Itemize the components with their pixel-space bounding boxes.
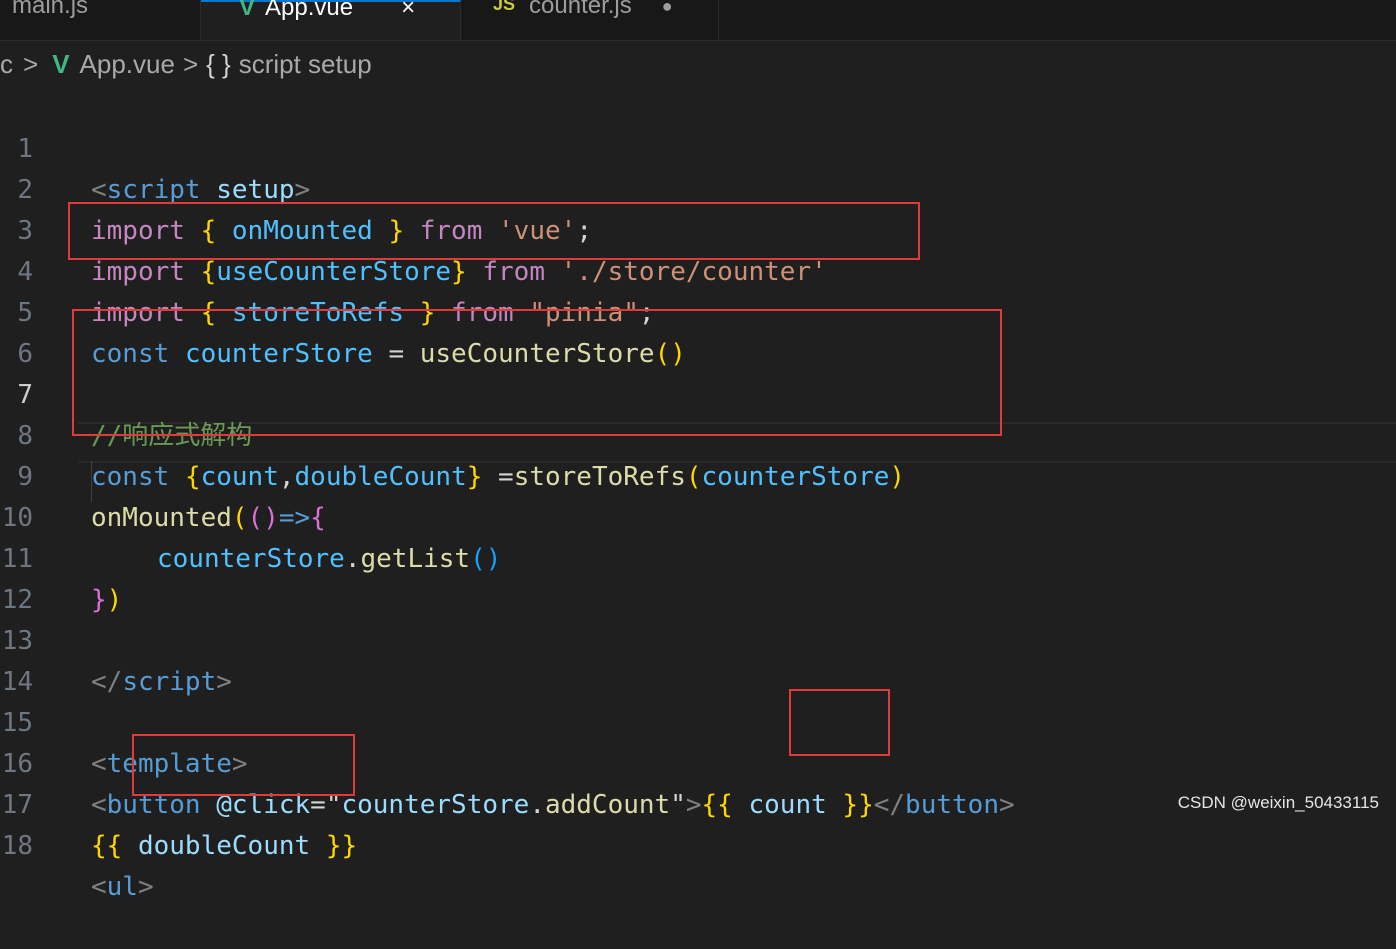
- code-line[interactable]: 13 </script>: [0, 580, 1396, 697]
- chevron-right-icon: >: [23, 48, 39, 79]
- tab-label: counter.js: [529, 0, 632, 19]
- code-line[interactable]: 12: [0, 539, 1396, 615]
- tab-label: main.js: [12, 0, 89, 19]
- code-line[interactable]: 10 counterStore.getList(): [0, 457, 1396, 574]
- editor-tab-bar: main.js V App.vue × JS counter.js ●: [0, 0, 1396, 41]
- code-line[interactable]: 14: [0, 621, 1396, 697]
- tab-label: App.vue: [265, 0, 354, 21]
- tab-main-js[interactable]: main.js: [0, 0, 201, 40]
- tab-counter-js[interactable]: JS counter.js ●: [461, 0, 719, 40]
- tab-app-vue[interactable]: V App.vue ×: [201, 0, 461, 40]
- braces-icon: { }: [206, 48, 231, 79]
- code-line[interactable]: 11 }): [0, 498, 1396, 615]
- highlight-box-import: [68, 202, 920, 260]
- breadcrumb: c > V App.vue > { } script setup: [0, 44, 1396, 84]
- breadcrumb-file[interactable]: App.vue: [80, 49, 175, 80]
- code-line[interactable]: 15 <template>: [0, 662, 1396, 779]
- highlight-box-count: [789, 689, 890, 756]
- line-number: 18: [1, 831, 33, 861]
- unsaved-dot-icon[interactable]: ●: [662, 0, 673, 17]
- highlight-box-destructure: [72, 309, 1002, 436]
- chevron-right-icon: >: [182, 48, 199, 79]
- breadcrumb-symbol[interactable]: script setup: [239, 49, 372, 80]
- breadcrumb-root[interactable]: c: [0, 49, 13, 80]
- watermark: CSDN @weixin_50433115: [1177, 793, 1379, 812]
- highlight-box-doublecount: [132, 734, 355, 796]
- vue-icon: V: [52, 48, 70, 79]
- code-line[interactable]: 2 import { onMounted } from 'vue';: [0, 129, 1396, 246]
- close-icon[interactable]: ×: [401, 0, 415, 22]
- js-file-icon: JS: [493, 0, 516, 14]
- vue-icon: V: [239, 0, 256, 21]
- code-line[interactable]: 1 <script setup>: [0, 88, 1396, 205]
